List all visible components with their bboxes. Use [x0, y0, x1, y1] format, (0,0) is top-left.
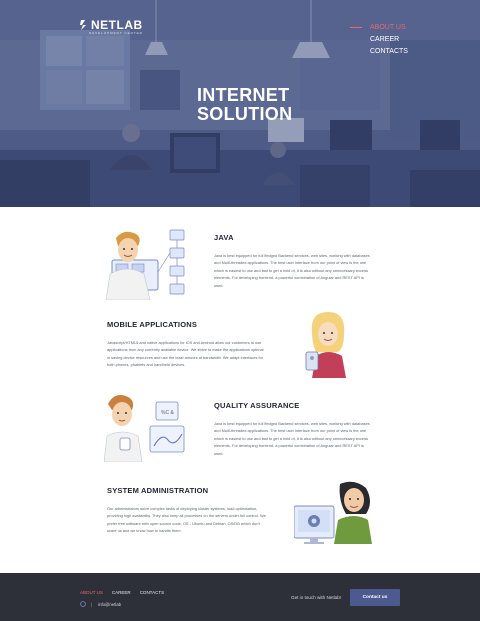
hero-title-line1: INTERNET	[197, 85, 290, 105]
tester-illustration-icon: %C &	[104, 395, 185, 462]
footer-nav-about-us[interactable]: ABOUT US	[80, 590, 103, 595]
phone-icon[interactable]	[80, 601, 86, 607]
section-mobile-body: Javascript/HTML5 and native applications…	[107, 340, 264, 368]
section-mobile: MOBILE APPLICATIONS Javascript/HTML5 and…	[107, 320, 267, 369]
main-nav: ABOUT US CAREER CONTACTS	[350, 21, 408, 57]
section-sysadmin-title: SYSTEM ADMINISTRATION	[107, 486, 209, 495]
hero-banner: NETLAB DEVELOPMENT CENTER ABOUT US CAREE…	[0, 0, 480, 207]
admin-illustration-icon	[294, 481, 372, 544]
footer-cta-text: Get in touch with Netlab!	[291, 595, 342, 600]
footer-nav-contacts[interactable]: CONTACTS	[140, 590, 164, 595]
hero-title-line2: SOLUTION	[197, 104, 293, 124]
section-java: JAVA Java is best equipped for full fled…	[214, 233, 374, 289]
nav-contacts[interactable]: CONTACTS	[350, 45, 408, 57]
page: NETLAB DEVELOPMENT CENTER ABOUT US CAREE…	[0, 0, 480, 621]
logo-text: NETLAB	[91, 18, 143, 32]
nav-career-label: CAREER	[370, 35, 400, 43]
qa-chart-label: %C &	[161, 410, 174, 416]
nav-contacts-label: CONTACTS	[370, 47, 408, 55]
section-sysadmin: SYSTEM ADMINISTRATION Our administrators…	[107, 486, 267, 535]
section-qa: QUALITY ASSURANCE Java is best equipped …	[214, 401, 374, 457]
active-indicator	[350, 26, 362, 28]
developer-illustration-icon	[105, 229, 185, 300]
section-qa-title: QUALITY ASSURANCE	[214, 401, 300, 410]
section-sysadmin-body: Our administrators solve complex tasks o…	[107, 506, 266, 534]
hero-title: INTERNET SOLUTION	[197, 86, 292, 124]
nav-about-us-label: ABOUT US	[370, 23, 406, 31]
section-java-title: JAVA	[214, 233, 234, 242]
footer: ABOUT US CAREER CONTACTS | info@netlab G…	[0, 573, 480, 621]
section-qa-body: Java is best equipped for full fledged B…	[214, 421, 370, 456]
footer-nav: ABOUT US CAREER CONTACTS	[80, 590, 164, 595]
contact-us-button[interactable]: Contact us	[350, 589, 400, 606]
woman-phone-illustration-icon	[305, 312, 346, 378]
logo-mark-icon	[80, 20, 86, 30]
section-mobile-title: MOBILE APPLICATIONS	[107, 320, 198, 329]
nav-career[interactable]: CAREER	[350, 33, 408, 45]
section-java-body: Java is best equipped for full fledged B…	[214, 253, 370, 288]
footer-separator: |	[91, 601, 93, 607]
footer-email[interactable]: info@netlab	[98, 602, 121, 607]
footer-contact-row: | info@netlab	[80, 601, 121, 607]
footer-nav-career[interactable]: CAREER	[112, 590, 131, 595]
netlab-logo[interactable]: NETLAB DEVELOPMENT CENTER	[79, 18, 143, 35]
nav-about-us[interactable]: ABOUT US	[350, 21, 408, 33]
logo-subtext: DEVELOPMENT CENTER	[89, 31, 143, 35]
